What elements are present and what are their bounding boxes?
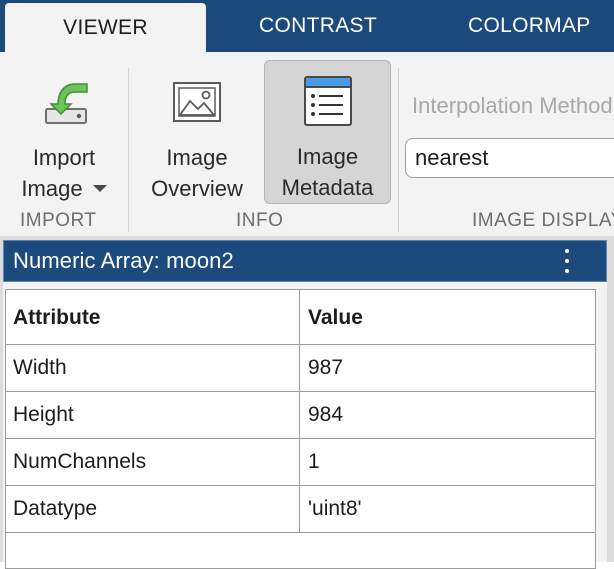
import-section-label: IMPORT <box>20 210 97 231</box>
table-row[interactable]: NumChannels 1 <box>6 439 595 486</box>
value-cell: 984 <box>308 403 344 426</box>
panel-title: Numeric Array: moon2 <box>13 248 234 273</box>
attribute-cell: NumChannels <box>6 439 300 485</box>
metadata-list-icon <box>303 61 353 141</box>
panel-header: Numeric Array: moon2 <box>3 240 607 282</box>
attribute-cell: Height <box>6 392 300 438</box>
info-section-label: INFO <box>236 210 284 231</box>
attribute-cell: Width <box>6 345 300 391</box>
overview-label-line2: Overview <box>151 176 243 201</box>
tab-viewer[interactable]: VIEWER <box>5 3 206 52</box>
column-header-value[interactable]: Value <box>300 290 595 344</box>
value-cell: 1 <box>308 450 320 473</box>
metadata-label-line2: Metadata <box>281 175 374 200</box>
import-label-line2: Image <box>21 176 83 201</box>
table-header-row: Attribute Value <box>6 290 595 345</box>
value-cell: 'uint8' <box>308 497 362 520</box>
import-image-button[interactable]: Import Image <box>8 64 120 204</box>
image-overview-button[interactable]: Image Overview <box>140 64 254 204</box>
metadata-table: Attribute Value Width 987 Height 984 Num… <box>5 289 596 569</box>
toolstrip-ribbon: Import Image IMPORT Image Overview Image… <box>0 52 614 236</box>
import-arrow-icon <box>36 64 92 142</box>
more-options-icon[interactable] <box>564 249 570 273</box>
import-label-line1: Import <box>32 145 96 170</box>
tab-contrast[interactable]: CONTRAST <box>218 0 418 52</box>
interpolation-method-dropdown[interactable]: nearest <box>405 138 614 178</box>
image-metadata-button[interactable]: Image Metadata <box>264 60 391 204</box>
metadata-label-line1: Image <box>296 144 359 169</box>
overview-label-line1: Image <box>166 145 228 170</box>
section-divider <box>398 68 399 232</box>
table-row[interactable]: Width 987 <box>6 345 595 392</box>
table-row[interactable]: Datatype 'uint8' <box>6 486 595 533</box>
tab-bar: VIEWER CONTRAST COLORMAP <box>0 0 614 52</box>
value-cell: 987 <box>308 356 344 379</box>
image-picture-icon <box>172 64 222 142</box>
column-header-attribute[interactable]: Attribute <box>6 290 300 344</box>
table-row[interactable]: Height 984 <box>6 392 595 439</box>
tab-colormap[interactable]: COLORMAP <box>428 0 614 52</box>
chevron-down-icon[interactable] <box>92 184 107 192</box>
image-display-section-label: IMAGE DISPLAY <box>472 210 614 231</box>
interpolation-method-label: Interpolation Method <box>412 93 613 118</box>
import-label-line2-wrap: Image <box>21 173 107 204</box>
attribute-cell: Datatype <box>6 486 300 532</box>
section-divider <box>128 68 129 232</box>
